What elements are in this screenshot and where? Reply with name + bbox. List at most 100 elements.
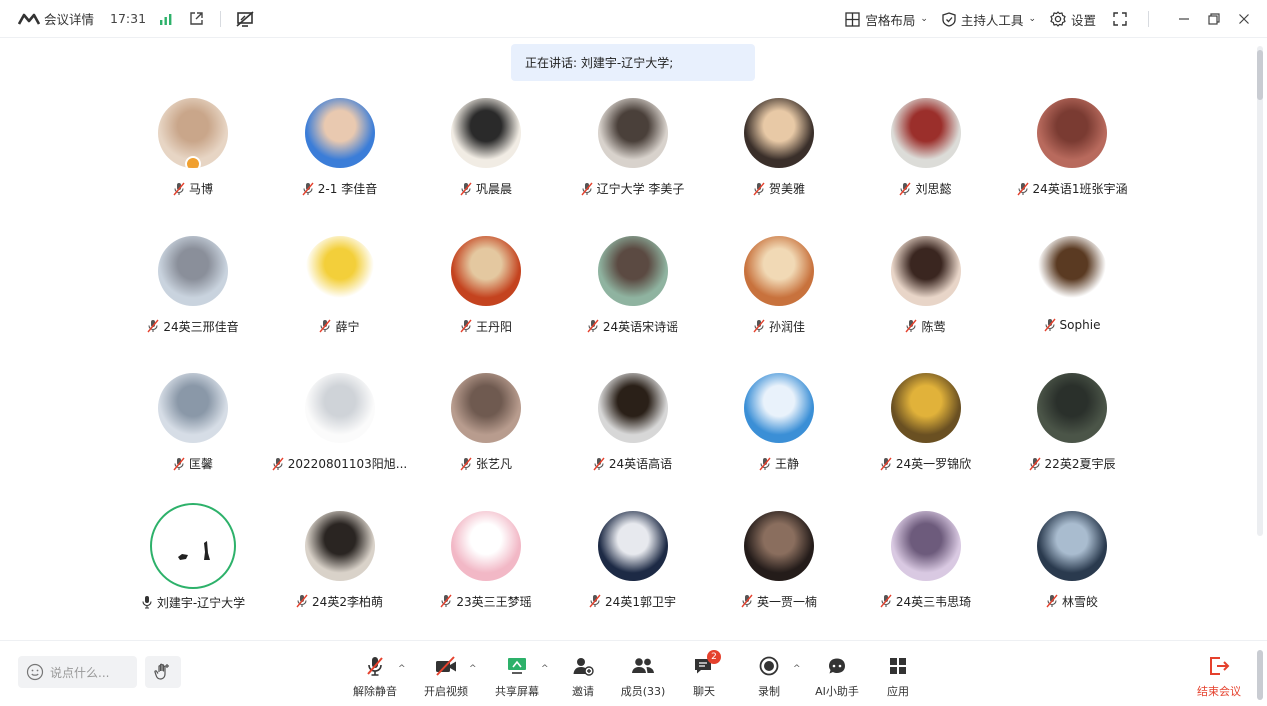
participant-tile[interactable]: 林雪皎 <box>999 510 1145 621</box>
participant-tile[interactable]: 2-1 李佳音 <box>267 98 413 208</box>
participant-tile[interactable]: 刘建宇-辽宁大学 <box>120 502 266 621</box>
screen-share-off-icon[interactable] <box>235 9 255 29</box>
share-screen-icon <box>504 655 530 677</box>
participant-tile[interactable]: 24英三韦思琦 <box>853 510 999 621</box>
participant-tile[interactable]: 23英三王梦瑶 <box>413 510 559 621</box>
video-options-caret[interactable]: ^ <box>469 664 477 674</box>
fullscreen-icon[interactable] <box>1110 9 1130 29</box>
participant-tile[interactable]: 贺美雅 <box>706 98 852 208</box>
avatar <box>158 98 228 168</box>
scrollbar[interactable] <box>1257 46 1263 536</box>
mic-muted-icon <box>880 594 892 608</box>
mic-muted-icon <box>589 594 601 608</box>
avatar <box>744 510 814 581</box>
participant-tile[interactable]: 24英三邢佳音 <box>120 235 266 346</box>
end-meeting-button[interactable]: 结束会议 <box>1197 655 1241 699</box>
mic-muted-icon <box>272 457 284 471</box>
quick-chat-input[interactable]: 说点什么... <box>18 656 137 688</box>
participant-tile[interactable]: 辽宁大学 李美子 <box>560 98 706 208</box>
hand-icon <box>154 663 169 680</box>
participant-tile[interactable]: 薛宁 <box>267 235 413 346</box>
participant-name: 24英三邢佳音 <box>163 319 239 334</box>
share-screen-button[interactable]: 共享屏幕 <box>487 655 547 699</box>
participant-tile[interactable]: Sophie <box>999 235 1145 346</box>
participant-name-row: 王静 <box>759 455 799 472</box>
participant-tile[interactable]: 孙润佳 <box>706 235 852 346</box>
popout-icon[interactable] <box>186 9 206 29</box>
participant-tile[interactable]: 马博 <box>120 98 266 208</box>
scrollbar-secondary[interactable] <box>1257 650 1263 700</box>
record-button[interactable]: 录制 <box>739 655 799 699</box>
meeting-title: 会议详情 <box>44 12 95 27</box>
participant-name: Sophie <box>1059 317 1101 332</box>
participant-tile[interactable]: 张艺凡 <box>413 373 559 483</box>
participant-name-row: 匡馨 <box>173 455 213 472</box>
members-button[interactable]: 成员(33) <box>613 655 673 699</box>
mic-muted-icon <box>899 182 912 196</box>
participant-tile[interactable]: 24英一罗锦欣 <box>853 373 999 483</box>
participant-tile[interactable]: 24英1郭卫宇 <box>560 510 706 621</box>
avatar <box>304 98 375 168</box>
mic-muted-icon <box>460 319 472 333</box>
participant-tile[interactable]: 匡馨 <box>120 373 266 483</box>
settings-button[interactable]: 设置 <box>1050 10 1096 29</box>
avatar <box>744 235 814 306</box>
participant-name: 孙润佳 <box>768 319 805 334</box>
camera-off-icon <box>433 655 459 677</box>
participant-name-row: 24英语高语 <box>593 455 672 472</box>
avatar <box>451 373 521 443</box>
unmute-button[interactable]: 解除静音 <box>345 655 405 699</box>
participant-tile[interactable]: 英一贾一楠 <box>706 510 852 621</box>
invite-button[interactable]: 邀请 <box>553 655 613 699</box>
participant-tile[interactable]: 王静 <box>706 373 852 483</box>
participant-tile[interactable]: 22英2夏宇辰 <box>999 373 1145 483</box>
ai-assistant-button[interactable]: AI小助手 <box>807 655 867 699</box>
add-user-icon <box>570 655 596 677</box>
ai-assistant-icon <box>824 655 850 677</box>
members-icon <box>630 655 656 677</box>
layout-button[interactable]: 宫格布局 ⌄ <box>845 10 928 29</box>
participant-name-row: Sophie <box>1044 317 1101 332</box>
chevron-down-icon: ⌄ <box>920 14 928 24</box>
chevron-down-icon: ⌄ <box>1028 14 1036 24</box>
participant-tile[interactable]: 24英语高语 <box>560 373 706 483</box>
divider <box>1148 11 1149 27</box>
restore-icon[interactable] <box>1207 12 1221 26</box>
participant-tile[interactable]: 20220801103阳旭... <box>267 373 413 483</box>
gear-icon <box>1050 11 1066 27</box>
participant-tile[interactable]: 24英语宋诗谣 <box>560 235 706 346</box>
participant-tile[interactable]: 王丹阳 <box>413 235 559 346</box>
bottom-toolbar: 说点什么... 解除静音 ^ 开启视频 ^ 共享屏幕 ^ 邀请 成员(33) 2… <box>0 640 1267 706</box>
mic-muted-icon <box>905 319 918 333</box>
participant-name-row: 辽宁大学 李美子 <box>581 180 685 197</box>
meeting-info[interactable]: 会议详情 <box>18 9 94 28</box>
start-video-button[interactable]: 开启视频 <box>416 655 476 699</box>
chat-button[interactable]: 2 聊天 <box>674 650 734 699</box>
participant-name: 巩晨晨 <box>475 182 512 196</box>
top-bar: 会议详情 17:31 宫格布局 ⌄ 主持人工具 ⌄ 设置 <box>0 0 1267 38</box>
apps-button[interactable]: 应用 <box>868 655 928 699</box>
scrollbar-thumb[interactable] <box>1257 50 1263 100</box>
participant-name-row: 陈莺 <box>905 318 946 335</box>
host-tools-button[interactable]: 主持人工具 ⌄ <box>942 10 1036 29</box>
mic-muted-icon <box>302 182 314 196</box>
mic-muted-icon <box>296 594 308 608</box>
mic-muted-icon <box>741 594 753 608</box>
participant-name: 林雪皎 <box>1061 594 1098 609</box>
minimize-icon[interactable] <box>1177 12 1191 26</box>
participant-name: 辽宁大学 李美子 <box>596 182 685 196</box>
mic-options-caret[interactable]: ^ <box>398 664 406 674</box>
participant-tile[interactable]: 24英2李柏萌 <box>267 510 413 621</box>
mic-muted-icon <box>460 457 472 471</box>
record-options-caret[interactable]: ^ <box>793 664 801 674</box>
participant-tile[interactable]: 陈莺 <box>853 235 999 346</box>
signal-icon[interactable] <box>156 9 176 29</box>
participant-name: 24英语宋诗谣 <box>602 319 679 334</box>
share-options-caret[interactable]: ^ <box>541 664 549 674</box>
speaking-text: 正在讲话: 刘建宇-辽宁大学; <box>525 56 674 70</box>
raise-hand-button[interactable] <box>145 656 181 688</box>
participant-tile[interactable]: 刘思懿 <box>853 98 999 208</box>
participant-tile[interactable]: 巩晨晨 <box>413 98 559 208</box>
participant-tile[interactable]: 24英语1班张宇涵 <box>999 98 1145 208</box>
close-icon[interactable] <box>1237 12 1251 26</box>
